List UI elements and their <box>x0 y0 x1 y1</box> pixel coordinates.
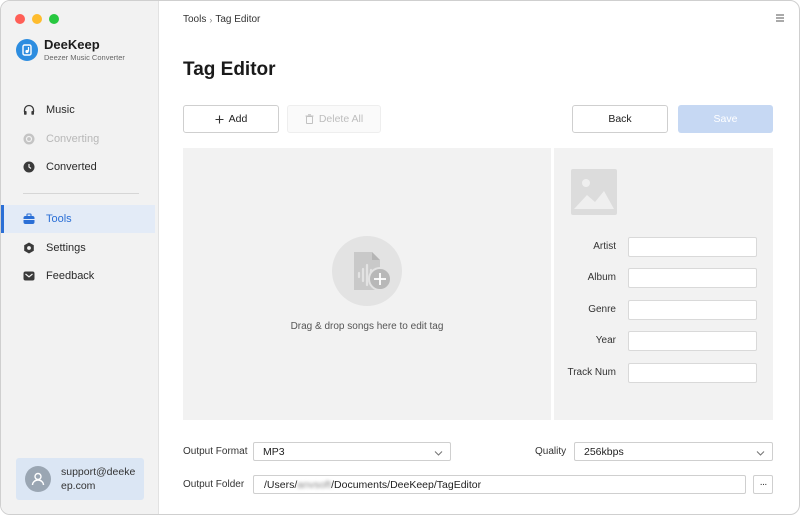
browse-folder-button[interactable]: ··· <box>753 475 773 494</box>
support-email[interactable]: support@deekeep.com <box>61 465 139 493</box>
window-controls <box>15 14 59 24</box>
folder-path-suffix: /Documents/DeeKeep/TagEditor <box>331 478 482 491</box>
add-song-icon <box>332 236 402 306</box>
sidebar: DeeKeep Deezer Music Converter Music Con… <box>1 1 159 514</box>
tag-row-genre: Genre <box>554 300 773 320</box>
tag-row-track-num: Track Num <box>554 363 773 383</box>
year-label: Year <box>595 335 616 346</box>
trash-icon <box>305 114 314 124</box>
delete-all-button-label: Delete All <box>318 113 364 125</box>
tag-row-album: Album <box>554 268 773 288</box>
chevron-down-icon <box>434 448 443 456</box>
toolbox-icon <box>23 213 35 225</box>
sidebar-item-converting[interactable]: Converting <box>1 125 155 153</box>
delete-all-button[interactable]: Delete All <box>287 105 381 133</box>
artist-label: Artist <box>593 241 616 252</box>
tag-row-artist: Artist <box>554 237 773 257</box>
sidebar-item-music[interactable]: Music <box>1 96 155 124</box>
deekeep-logo-icon <box>16 39 38 61</box>
output-folder-label: Output Folder <box>183 479 245 490</box>
track-num-input[interactable] <box>628 363 757 383</box>
page-title: Tag Editor <box>183 59 276 80</box>
chevron-right-icon: › <box>209 14 213 25</box>
mail-icon <box>23 270 35 282</box>
genre-label: Genre <box>588 304 616 315</box>
drop-zone[interactable]: Drag & drop songs here to edit tag <box>183 148 551 420</box>
minimize-window-button[interactable] <box>32 14 42 24</box>
album-input[interactable] <box>628 268 757 288</box>
tag-panel: Artist Album Genre Year Track Num <box>554 148 773 420</box>
close-window-button[interactable] <box>15 14 25 24</box>
tag-row-year: Year <box>554 331 773 351</box>
chevron-down-icon <box>756 448 765 456</box>
breadcrumb-tools[interactable]: Tools <box>183 14 206 25</box>
sidebar-item-settings[interactable]: Settings <box>1 234 155 262</box>
gear-icon <box>23 242 35 254</box>
artist-input[interactable] <box>628 237 757 257</box>
track-num-label: Track Num <box>567 367 616 378</box>
add-button[interactable]: Add <box>183 105 279 133</box>
back-button[interactable]: Back <box>572 105 668 133</box>
add-button-label: Add <box>228 113 248 125</box>
year-input[interactable] <box>628 331 757 351</box>
sidebar-item-label: Settings <box>46 242 86 254</box>
quality-select[interactable]: 256kbps <box>574 442 773 461</box>
genre-input[interactable] <box>628 300 757 320</box>
album-label: Album <box>587 272 616 283</box>
converting-icon <box>23 133 35 145</box>
sidebar-item-label: Converted <box>46 161 97 173</box>
app-name: DeeKeep <box>44 37 100 52</box>
sidebar-divider <box>23 193 139 194</box>
back-button-label: Back <box>608 113 632 125</box>
more-icon: ··· <box>759 479 768 490</box>
app-window: DeeKeep Deezer Music Converter Music Con… <box>0 0 800 515</box>
sidebar-item-label: Converting <box>46 133 100 145</box>
drop-hint: Drag & drop songs here to edit tag <box>290 321 444 332</box>
output-format-select[interactable]: MP3 <box>253 442 451 461</box>
menu-icon[interactable] <box>775 13 785 23</box>
save-button-label: Save <box>713 113 738 125</box>
output-format-label: Output Format <box>183 446 248 457</box>
brand: DeeKeep Deezer Music Converter <box>16 37 125 63</box>
sidebar-item-label: Feedback <box>46 270 95 282</box>
sidebar-item-tools[interactable]: Tools <box>1 205 155 233</box>
quality-label: Quality <box>535 446 567 457</box>
avatar <box>25 466 51 492</box>
output-format-value: MP3 <box>263 445 285 458</box>
breadcrumb-current: Tag Editor <box>215 14 261 25</box>
app-subtitle: Deezer Music Converter <box>44 53 125 62</box>
support-contact[interactable]: support@deekeep.com <box>16 458 144 500</box>
sidebar-item-converted[interactable]: Converted <box>1 153 155 181</box>
main-content: Tools › Tag Editor Tag Editor Add Delete… <box>159 1 799 514</box>
clock-icon <box>23 161 35 173</box>
breadcrumb: Tools › Tag Editor <box>183 14 260 25</box>
quality-value: 256kbps <box>584 445 624 458</box>
sidebar-item-label: Tools <box>46 213 72 225</box>
sidebar-item-label: Music <box>46 104 75 116</box>
image-placeholder-icon[interactable] <box>571 169 617 215</box>
plus-icon <box>215 115 224 124</box>
headphones-icon <box>23 104 35 116</box>
output-folder-input[interactable]: /Users/ anvsoft /Documents/DeeKeep/TagEd… <box>253 475 746 494</box>
sidebar-item-feedback[interactable]: Feedback <box>1 262 155 290</box>
save-button[interactable]: Save <box>678 105 773 133</box>
folder-path-username-redacted: anvsoft <box>297 478 332 491</box>
user-icon <box>31 472 45 486</box>
folder-path-prefix: /Users/ <box>264 478 298 491</box>
zoom-window-button[interactable] <box>49 14 59 24</box>
